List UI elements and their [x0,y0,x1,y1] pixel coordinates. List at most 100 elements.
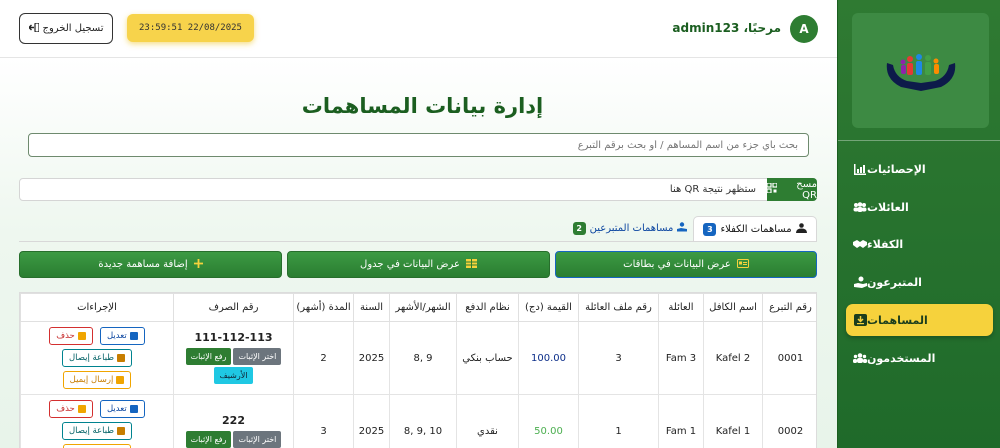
sidebar-item-label: المستخدمون [867,351,936,365]
button-label: إضافة مساهمة جديدة [98,259,188,270]
tabs-divider [19,241,817,242]
column-header[interactable]: الشهر/الأشهر [389,293,457,322]
cell-duration: 2 [293,321,354,395]
voucher-number: 222 [222,413,245,427]
charity-logo [852,13,989,128]
id-card-icon [736,258,749,271]
plus-icon [193,258,203,271]
hands-people-logo-icon [886,53,955,91]
cell-duration: 3 [293,394,354,448]
upload-proof-button[interactable]: رفع الإثبات [185,430,232,448]
donate-hand-icon [853,275,867,289]
column-header[interactable]: العائلة [658,293,704,322]
user-tie-icon [795,222,807,236]
add-contribution-button[interactable]: إضافة مساهمة جديدة [19,251,282,278]
qr-scan-button[interactable]: مسح QR [766,178,817,201]
tab-label: مساهمات الكفلاء [720,223,792,235]
sidebar-item-contributions[interactable]: المساهمات [846,304,993,336]
print-icon [117,427,126,435]
column-header[interactable]: رقم الصرف [173,293,294,322]
chart-icon [853,162,867,176]
tab-sponsor-contributions[interactable]: مساهمات الكفلاء 3 [693,216,817,241]
cell-sponsor: Kafel 2 [703,321,763,395]
upload-proof-button[interactable]: رفع الإثبات [185,348,232,365]
cell-family: Fam 3 [658,321,704,395]
logout-button[interactable]: تسجيل الخروج [19,13,113,44]
tab-count-badge: 2 [572,222,586,235]
edit-icon [129,332,138,340]
column-header[interactable]: القيمة (دج) [518,293,579,322]
sidebar: الإحصائيات العائلات الكفلاء المتبرعون ال… [837,0,1000,448]
table-icon [465,258,477,271]
tab-donor-contributions[interactable]: مساهمات المتبرعين 2 [570,216,690,241]
sidebar-item-label: المساهمات [867,313,928,327]
button-label: عرض البيانات في بطاقات [623,259,731,270]
cell-months: 10 ,9 ,8 [389,394,457,448]
cell-id: 0001 [762,321,816,395]
column-header[interactable]: السنة [353,293,390,322]
main-content: إدارة بيانات المساهمات مسح QR ستظهر نتيج… [0,58,837,448]
cell-year: 2025 [353,394,390,448]
cell-voucher: 111-112-113 اختر الإثباترفع الإثبات الأر… [173,321,294,395]
sidebar-item-users[interactable]: المستخدمون [846,342,993,374]
send-email-button[interactable]: إرسال إيميل [62,444,132,448]
send-email-button[interactable]: إرسال إيميل [62,371,132,389]
button-label: طباعة إيصال [68,426,115,436]
button-label: طباعة إيصال [68,353,115,363]
button-label: تعديل [106,331,127,341]
column-header[interactable]: رقم التبرع [762,293,816,322]
button-label: إرسال إيميل [69,375,114,385]
sidebar-divider [838,140,1000,141]
cell-file: 1 [578,394,659,448]
delete-button[interactable]: حذف [49,400,93,418]
cell-year: 2025 [353,321,390,395]
sidebar-item-families[interactable]: العائلات [846,191,993,223]
print-icon [117,354,126,362]
show-table-button[interactable]: عرض البيانات في جدول [287,251,550,278]
button-label: عرض البيانات في جدول [360,259,460,270]
show-cards-button[interactable]: عرض البيانات في بطاقات [555,251,817,278]
edit-icon [129,405,138,413]
cell-id: 0002 [762,394,816,448]
trash-icon [77,405,86,413]
choose-proof-button[interactable]: اختر الإثبات [233,348,282,365]
column-header[interactable]: المدة (أشهر) [293,293,354,322]
edit-button[interactable]: تعديل [99,327,145,345]
sidebar-item-donors[interactable]: المتبرعون [846,266,993,298]
sidebar-item-statistics[interactable]: الإحصائيات [846,153,993,185]
envelope-icon [116,376,125,384]
voucher-number: 111-112-113 [194,331,273,344]
cell-file: 3 [578,321,659,395]
cell-payment: حساب بنكي [456,321,519,395]
search-input[interactable] [28,133,809,157]
column-header[interactable]: نظام الدفع [456,293,519,322]
button-label: تعديل [106,404,127,414]
cell-voucher: 222 اختر الإثباترفع الإثبات [173,394,294,448]
cell-sponsor: Kafel 1 [703,394,763,448]
edit-button[interactable]: تعديل [99,400,145,418]
column-header: الإجراءات [20,293,174,322]
sidebar-item-label: العائلات [867,200,909,214]
column-header[interactable]: رقم ملف العائلة [578,293,659,322]
avatar[interactable]: A [790,15,818,43]
donate-hand-icon [677,222,688,235]
tab-label: مساهمات المتبرعين [589,223,674,234]
sign-out-icon [27,21,40,35]
column-header[interactable]: اسم الكافل [703,293,763,322]
date-time-clock: 23:59:51 22/08/2025 [127,14,254,42]
sidebar-item-sponsors[interactable]: الكفلاء [846,228,993,260]
qr-scan-label: مسح QR [796,178,817,201]
archive-button[interactable]: الأرشيف [214,367,253,384]
print-receipt-button[interactable]: طباعة إيصال [61,422,133,440]
table-row: 0002 Kafel 1 Fam 1 1 50.00 نقدي 10 ,9 ,8… [20,394,816,448]
cell-payment: نقدي [456,394,519,448]
qr-result-text: ستظهر نتيجة QR هنا [669,184,756,195]
print-receipt-button[interactable]: طباعة إيصال [61,349,133,367]
logout-label: تسجيل الخروج [42,23,104,34]
trash-icon [77,332,86,340]
delete-button[interactable]: حذف [49,327,93,345]
choose-proof-button[interactable]: اختر الإثبات [233,430,282,448]
table-header-row: رقم التبرع اسم الكافل العائلة رقم ملف ال… [20,293,816,322]
sidebar-item-label: الكفلاء [867,237,904,251]
page-title: إدارة بيانات المساهمات [301,94,544,118]
